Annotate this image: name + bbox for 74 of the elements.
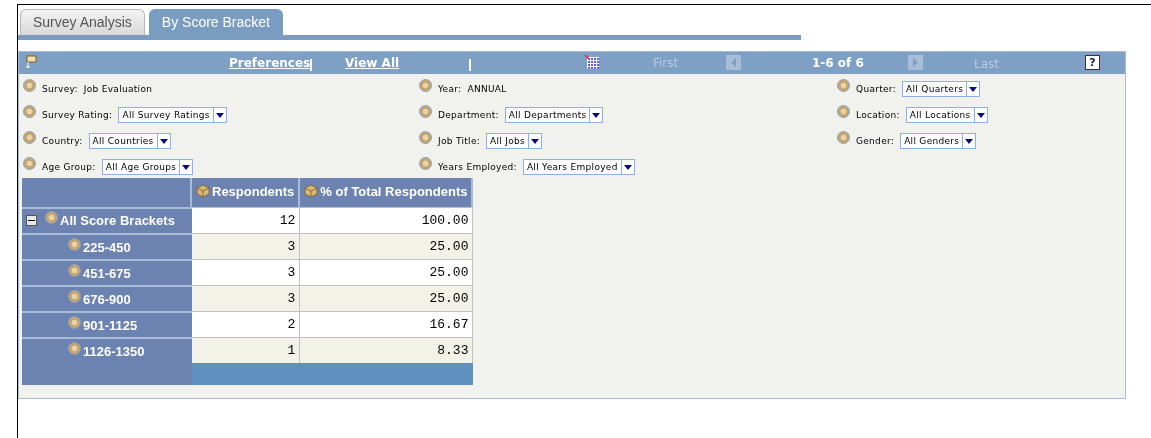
filter-value: ANNUAL [467, 83, 507, 94]
coin-icon[interactable] [23, 79, 36, 92]
coin-icon[interactable] [419, 79, 432, 92]
coin-icon[interactable] [68, 316, 81, 329]
cube-icon [196, 184, 210, 199]
coin-icon[interactable] [419, 105, 432, 118]
dropdown[interactable]: All Jobs [486, 132, 543, 149]
coin-icon[interactable] [23, 105, 36, 118]
filter-label: Location: [856, 109, 900, 120]
filter-label: Job Title: [438, 135, 481, 146]
filter-label: Years Employed: [438, 161, 517, 172]
filter-value: Job Evaluation [83, 83, 153, 94]
table-cell: 3 [192, 285, 301, 311]
coin-icon[interactable] [837, 105, 850, 118]
coin-icon[interactable] [419, 157, 432, 170]
table-cell: 12 [192, 207, 301, 233]
row-label[interactable]: 676-900 [83, 292, 131, 307]
table-cell: 1 [192, 337, 301, 363]
row-label[interactable]: All Score Brackets [60, 213, 175, 228]
filter-label: Quarter: [856, 83, 897, 94]
table-cell: 25.00 [300, 285, 474, 311]
coin-icon[interactable] [45, 211, 58, 224]
table-cell: 25.00 [300, 233, 474, 259]
filter-label: Survey Rating: [42, 109, 113, 120]
caret-icon[interactable] [528, 133, 542, 148]
coin-icon[interactable] [68, 264, 81, 277]
filter-label: Department: [438, 109, 499, 120]
dropdown[interactable]: All Age Groups [101, 158, 194, 175]
filter-label: Country: [42, 135, 83, 146]
table-cell: 25.00 [300, 259, 474, 285]
page-range: 1-6 of 6 [812, 56, 864, 70]
dropdown[interactable]: All Departments [504, 106, 604, 123]
dropdown[interactable]: All Locations [905, 106, 988, 123]
table-cell: 100.00 [300, 207, 474, 233]
filter-label: Age Group: [42, 161, 96, 172]
dropdown[interactable]: All Quarters [902, 80, 981, 97]
coin-icon[interactable] [68, 342, 81, 355]
table-cell: 8.33 [300, 337, 474, 363]
row-label[interactable]: 225-450 [83, 240, 131, 255]
coin-icon[interactable] [68, 238, 81, 251]
cube-icon [304, 184, 319, 199]
table-cell: 3 [192, 259, 301, 285]
caret-icon[interactable] [212, 107, 226, 122]
caret-icon[interactable] [156, 133, 170, 148]
coin-icon[interactable] [837, 131, 850, 144]
help-button[interactable]: ? [1085, 55, 1100, 70]
dropdown[interactable]: All Years Employed [522, 158, 635, 175]
coin-icon[interactable] [23, 157, 36, 170]
grid-icon[interactable] [585, 55, 600, 70]
caret-icon[interactable] [962, 133, 976, 148]
coin-icon[interactable] [23, 131, 36, 144]
table-cell: 16.67 [300, 311, 474, 337]
filter-label: Gender: [856, 135, 895, 146]
caret-icon[interactable] [179, 159, 193, 174]
caret-icon[interactable] [620, 159, 634, 174]
row-label[interactable]: 1126-1350 [83, 344, 145, 359]
dropdown[interactable]: All Survey Ratings [118, 106, 227, 123]
collapse-icon[interactable] [26, 215, 37, 226]
row-label[interactable]: 901-1125 [83, 318, 138, 333]
coin-icon[interactable] [68, 290, 81, 303]
filter-label: Survey: [42, 83, 78, 94]
caret-icon[interactable] [589, 107, 603, 122]
dropdown[interactable]: All Genders [900, 132, 977, 149]
filter-label: Year: [438, 83, 462, 94]
caret-icon[interactable] [966, 81, 980, 96]
caret-icon[interactable] [973, 107, 987, 122]
coin-icon[interactable] [419, 131, 432, 144]
table-cell: 3 [192, 233, 301, 259]
table-cell: 2 [192, 311, 301, 337]
row-label[interactable]: 451-675 [83, 266, 131, 281]
download-icon[interactable] [25, 55, 37, 69]
coin-icon[interactable] [837, 79, 850, 92]
dropdown[interactable]: All Countries [88, 132, 171, 149]
tab[interactable]: Survey Analysis [20, 9, 145, 35]
